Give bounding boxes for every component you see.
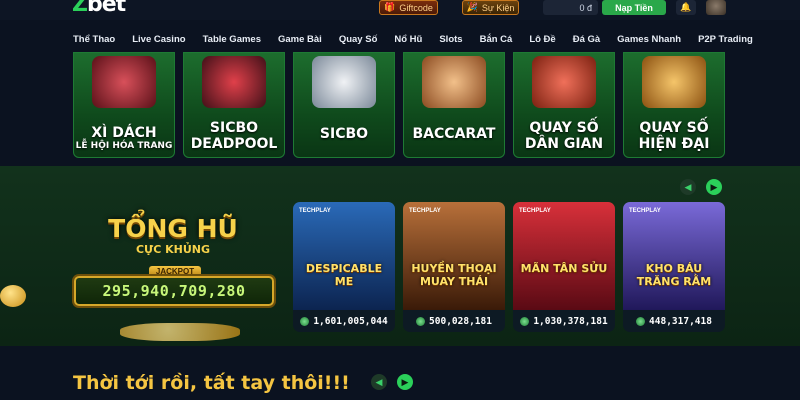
slot-amount: 500,028,181 [429,315,492,327]
chip-icon [300,316,310,326]
slot-card[interactable]: TECHPLAY HUYỀN THOẠI MUAY THÁI 500,028,1… [403,202,505,332]
balance-display: 0 đ [543,0,598,15]
game-art [202,56,266,108]
slot-provider: TECHPLAY [519,208,551,214]
promo-heading: Thời tới rồi, tất tay thôi!!! [73,372,350,394]
nav-item-slots[interactable]: Slots [439,34,462,45]
game-art [312,56,376,108]
slot-amount: 1,030,378,181 [533,315,608,327]
slot-art [513,202,615,310]
slot-art [623,202,725,310]
main-nav: Thể Thao Live Casino Table Games Game Bà… [0,26,800,52]
event-icon: 🎉 [466,2,478,12]
chip-icon [636,316,646,326]
nav-item-table-games[interactable]: Table Games [203,34,261,45]
gift-icon: 🎁 [384,2,396,12]
slot-art [293,202,395,310]
coin-decoration [0,285,26,307]
game-tiles-row: XÌ DÁCH LỄ HỘI HÓA TRANG SICBO DEADPOOL S… [0,52,800,160]
giftcode-button[interactable]: 🎁 Giftcode [379,0,438,15]
slot-jackpot: 1,030,378,181 [513,310,615,332]
slot-art [403,202,505,310]
game-title: XÌ DÁCH [91,125,157,141]
nav-item-no-hu[interactable]: Nổ Hũ [394,34,422,45]
next-arrow-icon[interactable]: ▶ [397,374,413,390]
slot-name: KHO BÁU TRĂNG RẰM [636,262,712,288]
slot-amount: 448,317,418 [649,315,712,327]
slot-provider: TECHPLAY [409,208,441,214]
event-button[interactable]: 🎉 Sự Kiện [462,0,519,15]
prev-arrow-icon[interactable]: ◀ [371,374,387,390]
game-title: SICBO [319,126,369,142]
game-art [92,56,156,108]
jackpot-title: TỔNG HŨ [108,214,238,243]
game-art [422,56,486,108]
giftcode-label: Giftcode [399,2,433,13]
slot-jackpot: 448,317,418 [623,310,725,332]
avatar[interactable] [706,0,726,15]
zbet-logo[interactable]: Zbet [72,0,126,17]
game-tile[interactable]: XÌ DÁCH LỄ HỘI HÓA TRANG [73,52,175,158]
coin-pile-decoration [120,323,240,341]
nav-item-quay-so[interactable]: Quay Số [339,34,378,45]
nav-item-games-nhanh[interactable]: Games Nhanh [617,34,681,45]
event-label: Sự Kiện [481,2,515,13]
game-label: QUAY SỐ HIỆN ĐẠI [623,120,725,152]
slot-amount: 1,601,005,044 [313,315,388,327]
game-title: SICBO DEADPOOL [190,120,278,152]
deposit-button[interactable]: Nạp Tiền [602,0,666,15]
nav-item-p2p-trading[interactable]: P2P Trading [698,34,753,45]
next-arrow-icon[interactable]: ▶ [706,179,722,195]
game-art [532,56,596,108]
nav-item-lo-de[interactable]: Lô Đề [529,34,555,45]
nav-item-ban-ca[interactable]: Bắn Cá [480,34,513,45]
slot-jackpot: 500,028,181 [403,310,505,332]
game-label: SICBO DEADPOOL [183,120,285,152]
logo-prefix: Z [72,0,88,17]
game-art [642,56,706,108]
game-tile[interactable]: SICBO DEADPOOL [183,52,285,158]
jackpot-amount: 295,940,709,280 [74,276,274,306]
nav-item-da-ga[interactable]: Đá Gà [573,34,600,45]
slot-provider: TECHPLAY [299,208,331,214]
game-tile[interactable]: BACCARAT [403,52,505,158]
game-subtitle: LỄ HỘI HÓA TRANG [75,141,173,151]
slot-name: MÃN TÂN SỬU [520,262,608,275]
game-title: QUAY SỐ DÂN GIAN [524,120,604,152]
slot-name: DESPICABLE ME [305,262,383,288]
jackpot-subtitle: CỰC KHỦNG [135,243,211,256]
prev-arrow-icon[interactable]: ◀ [680,179,696,195]
slot-card[interactable]: TECHPLAY MÃN TÂN SỬU 1,030,378,181 [513,202,615,332]
game-tile[interactable]: SICBO [293,52,395,158]
nav-item-game-bai[interactable]: Game Bài [278,34,322,45]
chip-icon [520,316,530,326]
chip-icon [416,316,426,326]
logo-text: bet [86,0,126,17]
game-label: QUAY SỐ DÂN GIAN [513,120,615,152]
slot-jackpot: 1,601,005,044 [293,310,395,332]
nav-item-live-casino[interactable]: Live Casino [132,34,185,45]
game-label: XÌ DÁCH LỄ HỘI HÓA TRANG [73,125,175,152]
nav-item-the-thao[interactable]: Thể Thao [73,34,115,45]
game-label: SICBO [293,126,395,142]
bell-icon[interactable]: 🔔 [676,0,696,15]
game-tile[interactable]: QUAY SỐ HIỆN ĐẠI [623,52,725,158]
slot-provider: TECHPLAY [629,208,661,214]
slot-card[interactable]: TECHPLAY KHO BÁU TRĂNG RẰM 448,317,418 [623,202,725,332]
game-title: QUAY SỐ HIỆN ĐẠI [638,120,710,152]
slot-card[interactable]: TECHPLAY DESPICABLE ME 1,601,005,044 [293,202,395,332]
game-label: BACCARAT [403,126,505,142]
game-tile[interactable]: QUAY SỐ DÂN GIAN [513,52,615,158]
game-title: BACCARAT [412,126,496,142]
slot-name: HUYỀN THOẠI MUAY THÁI [411,262,497,288]
